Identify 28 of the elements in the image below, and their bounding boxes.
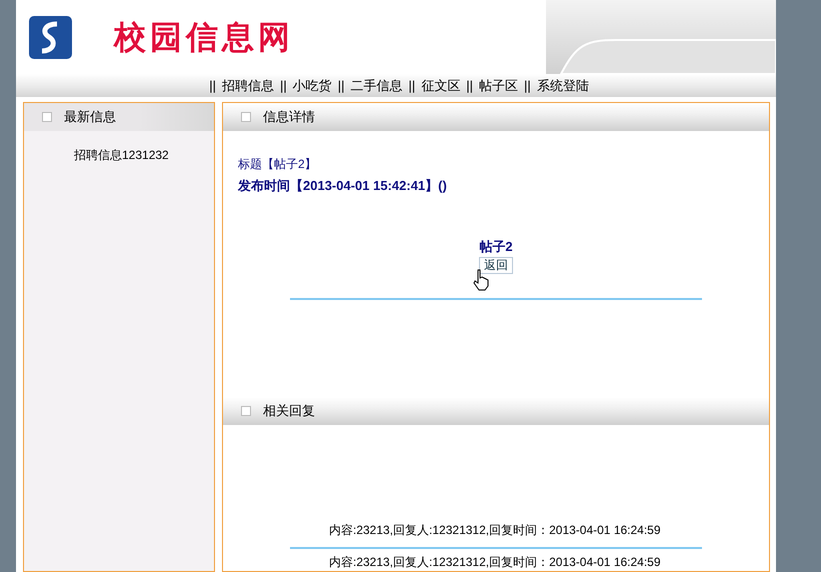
reply-text: 内容:23213,回复人:12321312,回复时间：2013-04-01 16:24:59 (329, 522, 662, 540)
sidebar-title: 最新信息 (64, 108, 116, 126)
nav-separator: || (524, 76, 531, 95)
reply-text: 内容:23213,回复人:12321312,回复时间：2013-04-01 16:24:59 (329, 554, 662, 572)
nav-link[interactable]: 系统登陆 (536, 76, 589, 96)
hand-cursor-icon (473, 269, 489, 292)
post-heading: 帖子2 (479, 238, 513, 256)
nav-separator: || (280, 76, 287, 95)
nav-link[interactable]: 招聘信息 (222, 76, 274, 96)
nav-link[interactable]: 小吃货 (292, 76, 332, 96)
nav-link[interactable]: 征文区 (421, 76, 460, 96)
nav-separator: || (338, 76, 344, 95)
back-button[interactable]: 返回 (479, 256, 513, 274)
square-icon (241, 406, 251, 416)
nav-separator: || (466, 76, 474, 95)
panel-title: 信息详情 (263, 108, 315, 126)
nav-link[interactable]: 二手信息 (350, 76, 402, 96)
square-icon (42, 112, 52, 122)
post-title: 标题【帖子2】 (238, 156, 318, 173)
square-icon (241, 112, 251, 122)
site-title: 校园信息网 (114, 17, 294, 58)
nav-separator: || (209, 76, 216, 95)
nav-link[interactable]: 帖子区 (479, 76, 518, 96)
nav-separator: || (408, 76, 416, 95)
sidebar-item[interactable]: 招聘信息1231232 (24, 146, 214, 164)
panel-title: 相关回复 (263, 402, 315, 420)
post-time: 发布时间【2013-04-01 15:42:41】() (238, 176, 448, 195)
logo-icon (29, 16, 72, 58)
